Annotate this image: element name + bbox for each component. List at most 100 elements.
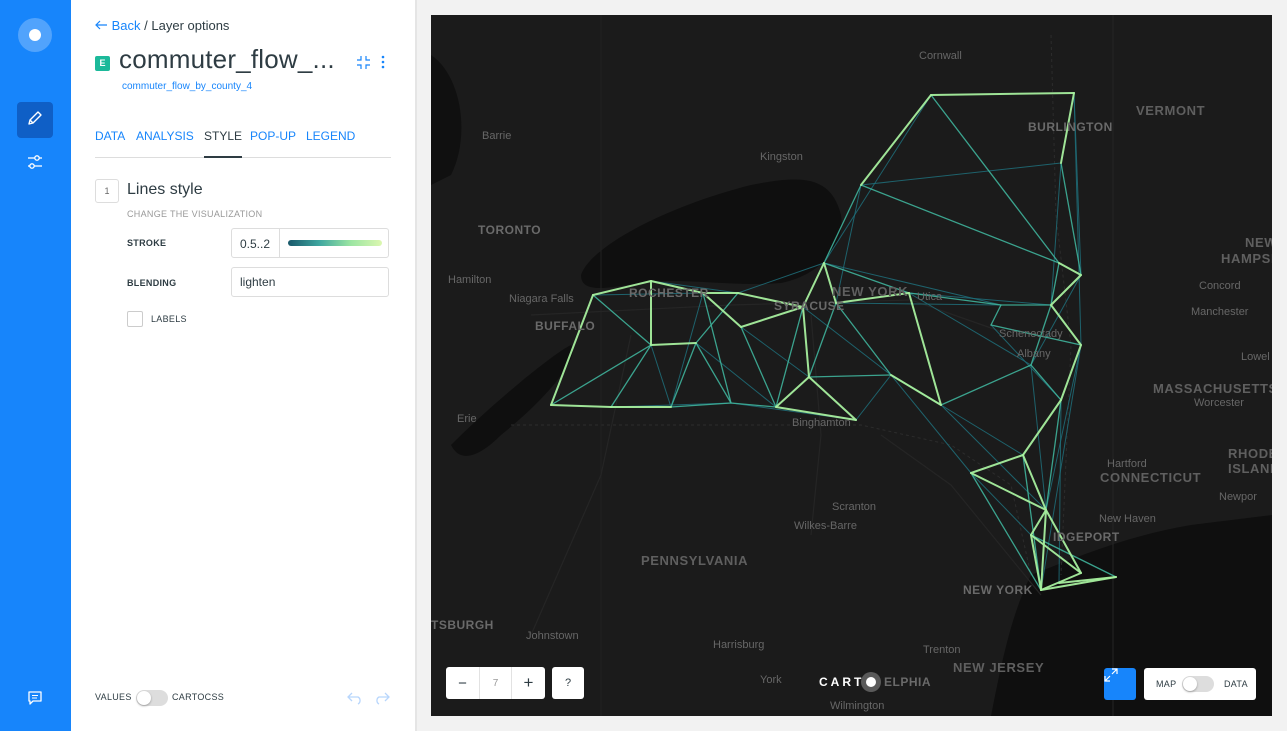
stroke-color-ramp[interactable] bbox=[288, 240, 382, 246]
tab-analysis[interactable]: ANALYSIS bbox=[136, 129, 194, 157]
label-wilkes-barre: Wilkes-Barre bbox=[794, 520, 857, 532]
label-burlington: BURLINGTON bbox=[1028, 120, 1113, 134]
label-binghamton: Binghamton bbox=[792, 417, 851, 429]
label-new-jersey: NEW JERSEY bbox=[953, 660, 1045, 675]
layer-source-name[interactable]: commuter_flow_by_county_4 bbox=[122, 81, 252, 92]
stroke-label: STROKE bbox=[127, 238, 167, 248]
zoom-out-button[interactable]: − bbox=[446, 667, 479, 699]
label-niagara-falls: Niagara Falls bbox=[509, 293, 574, 305]
panel-divider bbox=[415, 0, 417, 731]
feedback-button[interactable] bbox=[17, 682, 53, 718]
label-new-hampshire-2: HAMPSHIR bbox=[1221, 251, 1272, 266]
layer-type-badge: E bbox=[95, 56, 110, 71]
label-toronto: TORONTO bbox=[478, 223, 542, 237]
label-albany: Albany bbox=[1017, 348, 1051, 360]
label-philadelphia: ELPHIA bbox=[884, 675, 932, 689]
label-connecticut: CONNECTICUT bbox=[1100, 470, 1202, 485]
layer-options-panel: Back / Layer options E commuter_flow_...… bbox=[71, 0, 415, 731]
label-worcester: Worcester bbox=[1194, 397, 1244, 409]
label-new-hampshire-1: NEW bbox=[1245, 235, 1272, 250]
label-johnstown: Johnstown bbox=[526, 630, 579, 642]
label-syracuse: SYRACUSE bbox=[774, 299, 845, 313]
labels-checkbox[interactable] bbox=[127, 311, 143, 327]
left-rail bbox=[0, 0, 71, 731]
label-hamilton: Hamilton bbox=[448, 274, 492, 286]
section-title: Lines style bbox=[127, 181, 203, 198]
map-data-toggle[interactable] bbox=[1182, 676, 1214, 692]
settings-nav-button[interactable] bbox=[17, 146, 53, 182]
cartocss-label: CARTOCSS bbox=[172, 692, 225, 702]
label-york: York bbox=[760, 674, 782, 686]
breadcrumb: Back / Layer options bbox=[95, 18, 229, 33]
label-new-york-state: NEW YORK bbox=[832, 284, 909, 299]
map-data-switch[interactable]: MAP DATA bbox=[1144, 668, 1256, 700]
label-pennsylvania: PENNSYLVANIA bbox=[641, 553, 749, 568]
label-concord: Concord bbox=[1199, 280, 1241, 292]
plus-icon: + bbox=[523, 673, 534, 692]
label-cornwall: Cornwall bbox=[919, 50, 962, 62]
label-massachusetts: MASSACHUSETTS bbox=[1153, 381, 1272, 396]
basemap-and-flows[interactable] bbox=[431, 15, 1272, 716]
tab-style[interactable]: STYLE bbox=[204, 129, 243, 158]
values-cartocss-toggle[interactable] bbox=[136, 690, 168, 706]
label-bridgeport: IDGEPORT bbox=[1053, 530, 1120, 544]
zoom-level: 7 bbox=[479, 667, 512, 699]
chat-icon bbox=[27, 690, 43, 711]
label-schenectady: Schenectady bbox=[999, 328, 1063, 340]
label-erie: Erie bbox=[457, 413, 477, 425]
back-label: Back bbox=[111, 18, 141, 33]
stroke-width-value[interactable]: 0.5..2 bbox=[240, 237, 270, 251]
zoom-control: − 7 + bbox=[446, 667, 545, 699]
label-lowell: Lowel bbox=[1241, 351, 1270, 363]
data-view-label: DATA bbox=[1224, 679, 1248, 689]
blending-value: lighten bbox=[240, 275, 276, 289]
sliders-icon bbox=[26, 153, 44, 176]
label-kingston: Kingston bbox=[760, 151, 803, 163]
labels-checkbox-label: LABELS bbox=[151, 314, 187, 324]
label-manchester: Manchester bbox=[1191, 306, 1249, 318]
label-rhode-island-1: RHODE bbox=[1228, 446, 1272, 461]
label-rhode-island-2: ISLAND bbox=[1228, 461, 1272, 476]
tab-legend[interactable]: LEGEND bbox=[306, 129, 355, 157]
section-subtitle: CHANGE THE VISUALIZATION bbox=[127, 209, 263, 219]
label-trenton: Trenton bbox=[923, 644, 961, 656]
expand-icon bbox=[1104, 668, 1118, 682]
toggle-knob bbox=[137, 691, 151, 705]
edit-nav-button[interactable] bbox=[17, 102, 53, 138]
carto-logo-dot-icon bbox=[861, 672, 881, 692]
label-vermont: VERMONT bbox=[1136, 103, 1206, 118]
section-step-number: 1 bbox=[95, 179, 119, 203]
tab-popup[interactable]: POP-UP bbox=[250, 129, 296, 157]
stroke-divider bbox=[279, 229, 280, 257]
label-harrisburg: Harrisburg bbox=[713, 639, 765, 651]
fullscreen-button[interactable] bbox=[1104, 668, 1136, 700]
breadcrumb-current: / Layer options bbox=[144, 18, 230, 33]
label-wilmington: Wilmington bbox=[830, 700, 885, 712]
label-newport: Newpor bbox=[1219, 491, 1257, 503]
minus-icon: − bbox=[458, 674, 467, 692]
zoom-in-button[interactable]: + bbox=[512, 667, 545, 699]
layer-tabs: DATA ANALYSIS STYLE POP-UP LEGEND bbox=[95, 129, 391, 158]
tab-data[interactable]: DATA bbox=[95, 129, 125, 157]
compress-icon[interactable] bbox=[355, 54, 371, 70]
label-barrie: Barrie bbox=[482, 130, 512, 142]
label-new-york-city: NEW YORK bbox=[963, 583, 1033, 597]
carto-logo-icon[interactable] bbox=[18, 18, 52, 52]
more-options-icon[interactable] bbox=[375, 54, 391, 70]
stroke-field[interactable]: 0.5..2 bbox=[231, 228, 389, 258]
back-link[interactable]: Back bbox=[95, 18, 144, 33]
map-canvas[interactable]: Cornwall VERMONT Barrie BURLINGTON Kings… bbox=[431, 15, 1272, 716]
label-scranton: Scranton bbox=[832, 501, 877, 513]
redo-icon[interactable] bbox=[373, 690, 391, 706]
pencil-icon bbox=[26, 109, 44, 132]
arrow-left-icon bbox=[95, 20, 107, 30]
layer-title[interactable]: commuter_flow_... bbox=[119, 44, 335, 75]
blending-select[interactable]: lighten bbox=[231, 267, 389, 297]
label-pittsburgh: TSBURGH bbox=[431, 618, 494, 632]
label-rochester: ROCHESTER bbox=[629, 286, 709, 300]
help-button[interactable]: ? bbox=[552, 667, 584, 699]
blending-label: BLENDING bbox=[127, 278, 177, 288]
toggle-knob bbox=[1183, 677, 1197, 691]
undo-icon[interactable] bbox=[346, 690, 364, 706]
map-view-label: MAP bbox=[1156, 679, 1177, 689]
